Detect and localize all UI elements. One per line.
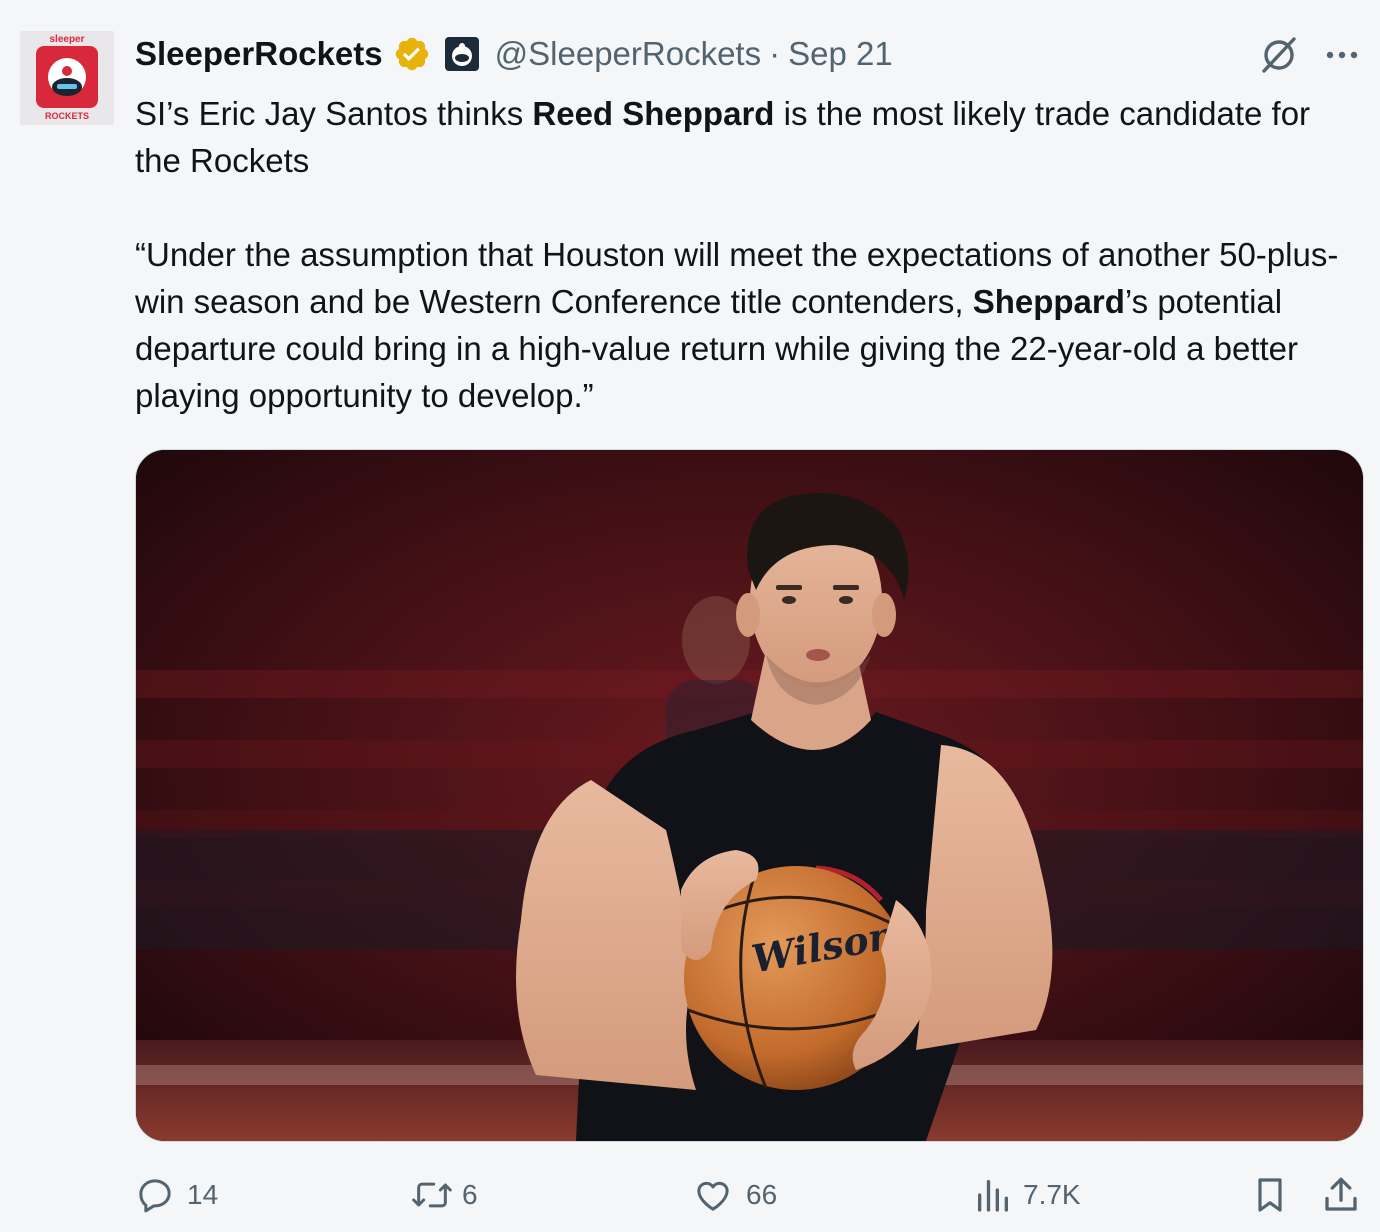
author-display-name[interactable]: SleeperRockets (135, 35, 383, 73)
share-button[interactable] (1320, 1170, 1362, 1220)
avatar-top-text: sleeper (49, 34, 84, 45)
grok-icon[interactable] (1258, 34, 1300, 76)
tweet-text: SI’s Eric Jay Santos thinks Reed Sheppar… (135, 90, 1365, 419)
tweet-text-segment: SI’s Eric Jay Santos thinks (135, 95, 533, 132)
verified-badge-icon[interactable] (393, 35, 431, 73)
heart-icon (692, 1175, 734, 1215)
bold-player-name: Sheppard (972, 283, 1125, 320)
more-options-icon[interactable] (1322, 40, 1362, 70)
robot-affiliate-icon[interactable] (444, 37, 479, 71)
like-button[interactable]: 66 (692, 1170, 777, 1220)
repost-count: 6 (462, 1179, 478, 1210)
bookmark-button[interactable] (1250, 1170, 1290, 1220)
reply-count: 14 (187, 1179, 219, 1210)
bold-player-name: Reed Sheppard (532, 95, 775, 132)
like-count: 66 (746, 1179, 778, 1210)
tweet-paragraph-2: “Under the assumption that Houston will … (135, 231, 1365, 419)
tweet-date[interactable]: Sep 21 (788, 35, 893, 73)
reply-button[interactable]: 14 (135, 1170, 218, 1220)
sleeper-rockets-logo: sleeper ROCKETS (20, 31, 114, 125)
repost-icon (410, 1175, 454, 1215)
views-count: 7.7K (1023, 1179, 1081, 1210)
share-icon (1320, 1174, 1362, 1216)
avatar-bottom-text: ROCKETS (45, 111, 89, 121)
repost-button[interactable]: 6 (410, 1170, 478, 1220)
tweet-media-photo[interactable]: Wilson (135, 449, 1364, 1142)
header-separator: · (769, 35, 781, 72)
author-handle[interactable]: @SleeperRockets (495, 35, 761, 73)
reply-icon (135, 1175, 175, 1215)
bookmark-icon (1250, 1174, 1290, 1216)
views-button[interactable]: 7.7K (973, 1170, 1081, 1220)
tweet-paragraph-1: SI’s Eric Jay Santos thinks Reed Sheppar… (135, 90, 1365, 184)
tweet-header: SleeperRockets @SleeperRockets · Sep 21 (135, 30, 893, 78)
avatar[interactable]: sleeper ROCKETS (20, 31, 114, 125)
player-photo: Wilson (136, 450, 1363, 1141)
views-chart-icon (973, 1175, 1013, 1215)
tweet-actions: 14 6 66 7.7K (135, 1170, 1365, 1220)
